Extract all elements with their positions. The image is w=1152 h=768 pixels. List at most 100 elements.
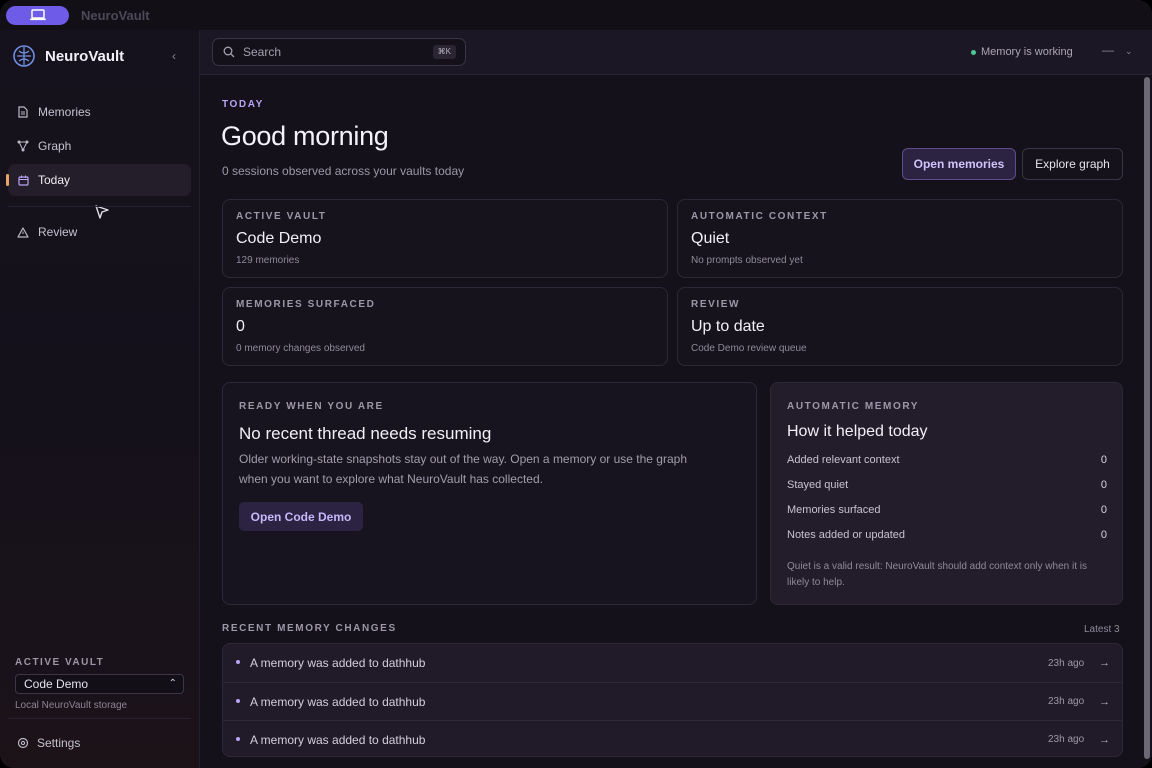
- metric-label: Added relevant context: [787, 454, 900, 466]
- stat-sub: No prompts observed yet: [691, 255, 803, 266]
- page-subtitle: 0 sessions observed across your vaults t…: [222, 164, 465, 178]
- metric-value: 0: [1100, 479, 1107, 491]
- collapse-sidebar-button[interactable]: ‹: [172, 49, 176, 63]
- list-item[interactable]: A memory was added to dathhub 23h ago →: [223, 644, 1122, 682]
- stat-label: ACTIVE VAULT: [236, 211, 327, 222]
- bullet-icon: [236, 699, 240, 703]
- stat-value: Up to date: [691, 318, 765, 335]
- stat-label: AUTOMATIC CONTEXT: [691, 211, 828, 222]
- stat-value: 0: [236, 318, 245, 335]
- metric-label: Stayed quiet: [787, 479, 849, 491]
- open-code-demo-button[interactable]: Open Code Demo: [239, 502, 363, 531]
- arrow-right-icon[interactable]: →: [1099, 734, 1110, 746]
- sidebar-item-review[interactable]: Review: [8, 216, 191, 248]
- settings-button[interactable]: Settings: [17, 736, 80, 750]
- bullet-icon: [236, 660, 240, 664]
- auto-label: AUTOMATIC MEMORY: [787, 401, 920, 412]
- document-icon: [17, 106, 29, 118]
- brain-logo-icon: [13, 45, 35, 67]
- list-item-text: A memory was added to dathhub: [250, 694, 426, 709]
- sidebar-item-memories[interactable]: Memories: [8, 96, 191, 128]
- page-title: Good morning: [221, 121, 389, 151]
- metric-label: Notes added or updated: [787, 529, 906, 541]
- status-text: Memory is working: [981, 46, 1073, 58]
- memory-status: Memory is working: [971, 46, 1073, 58]
- stat-card-review[interactable]: REVIEW Up to date Code Demo review queue: [677, 287, 1123, 366]
- recent-count: Latest 3: [1084, 624, 1120, 635]
- laptop-icon: [29, 9, 46, 21]
- stat-sub: 129 memories: [236, 255, 300, 266]
- stat-sub: Code Demo review queue: [691, 343, 807, 354]
- sidebar-item-graph[interactable]: Graph: [8, 130, 191, 162]
- explore-graph-button[interactable]: Explore graph: [1022, 148, 1123, 180]
- window-mode-button[interactable]: [6, 5, 69, 25]
- stat-sub: 0 memory changes observed: [236, 343, 365, 354]
- vault-select-value: Code Demo: [24, 677, 89, 691]
- brand-name: NeuroVault: [45, 47, 125, 65]
- metric-row: Memories surfaced 0: [787, 504, 1107, 516]
- sidebar-item-today[interactable]: Today: [6, 164, 191, 196]
- active-vault-label: ACTIVE VAULT: [15, 657, 105, 668]
- sidebar-item-label: Today: [38, 173, 71, 187]
- metric-value: 0: [1100, 454, 1107, 466]
- ready-label: READY WHEN YOU ARE: [239, 401, 384, 412]
- gear-icon: [17, 737, 29, 749]
- search-icon: [223, 46, 235, 58]
- chevron-updown-icon: ⌃: [168, 678, 177, 689]
- metric-value: 0: [1100, 504, 1107, 516]
- list-item[interactable]: A memory was added to dathhub 23h ago →: [223, 682, 1122, 720]
- list-item-time: 23h ago: [1048, 734, 1085, 745]
- active-indicator: [6, 174, 9, 186]
- main-content: TODAY Good morning 0 sessions observed a…: [200, 75, 1152, 768]
- brand[interactable]: NeuroVault: [12, 44, 124, 68]
- list-item[interactable]: A memory was added to dathhub 23h ago →: [223, 720, 1122, 756]
- search-placeholder: Search: [243, 45, 282, 59]
- title-bar: NeuroVault: [0, 0, 1152, 30]
- metric-row: Stayed quiet 0: [787, 479, 1107, 491]
- stat-label: REVIEW: [691, 299, 741, 310]
- recent-changes-label: RECENT MEMORY CHANGES: [222, 623, 397, 634]
- scrollbar[interactable]: [1144, 77, 1150, 759]
- graph-icon: [17, 140, 29, 152]
- window-title: NeuroVault: [81, 7, 150, 23]
- list-item-text: A memory was added to dathhub: [250, 732, 426, 747]
- metric-row: Notes added or updated 0: [787, 529, 1107, 541]
- sidebar-item-label: Memories: [38, 105, 91, 119]
- sidebar-item-label: Graph: [38, 139, 72, 153]
- stat-card-automatic-context[interactable]: AUTOMATIC CONTEXT Quiet No prompts obser…: [677, 199, 1123, 278]
- calendar-icon: [17, 174, 29, 186]
- page-eyebrow: TODAY: [222, 99, 264, 110]
- auto-note: Quiet is a valid result: NeuroVault shou…: [787, 561, 1087, 588]
- top-bar: Search ⌘K Memory is working — ⌄: [200, 30, 1152, 75]
- sidebar-divider: [8, 718, 191, 719]
- stat-card-memories-surfaced[interactable]: MEMORIES SURFACED 0 0 memory changes obs…: [222, 287, 668, 366]
- ready-body: Older working-state snapshots stay out o…: [239, 452, 688, 486]
- settings-label: Settings: [37, 736, 81, 750]
- list-item-time: 23h ago: [1048, 657, 1085, 669]
- search-input[interactable]: Search ⌘K: [212, 38, 466, 66]
- vault-select[interactable]: Code Demo ⌃: [15, 674, 184, 694]
- sidebar-divider: [8, 206, 191, 207]
- metric-value: 0: [1100, 529, 1107, 541]
- stat-value: Quiet: [691, 230, 730, 247]
- status-dot-icon: [971, 49, 976, 55]
- chevron-left-icon: ‹: [172, 49, 176, 63]
- minimize-icon[interactable]: —: [1102, 43, 1114, 57]
- chevron-down-icon[interactable]: ⌄: [1125, 46, 1133, 57]
- sidebar-item-label: Review: [38, 225, 78, 239]
- open-memories-button[interactable]: Open memories: [902, 148, 1016, 180]
- stat-label: MEMORIES SURFACED: [236, 299, 376, 310]
- sidebar: NeuroVault ‹ Memories Graph Today Review…: [0, 30, 200, 768]
- arrow-right-icon[interactable]: →: [1099, 657, 1110, 669]
- search-shortcut-badge: ⌘K: [432, 45, 456, 59]
- recent-changes-list: A memory was added to dathhub 23h ago → …: [222, 643, 1123, 757]
- list-item-text: A memory was added to dathhub: [250, 656, 426, 670]
- arrow-right-icon[interactable]: →: [1099, 696, 1110, 708]
- ready-title: No recent thread needs resuming: [239, 424, 492, 443]
- metric-label: Memories surfaced: [787, 504, 881, 516]
- bullet-icon: [236, 737, 240, 741]
- stat-card-active-vault[interactable]: ACTIVE VAULT Code Demo 129 memories: [222, 199, 668, 278]
- ready-card: READY WHEN YOU ARE No recent thread need…: [222, 382, 757, 605]
- stat-value: Code Demo: [236, 230, 322, 247]
- auto-title: How it helped today: [787, 423, 928, 440]
